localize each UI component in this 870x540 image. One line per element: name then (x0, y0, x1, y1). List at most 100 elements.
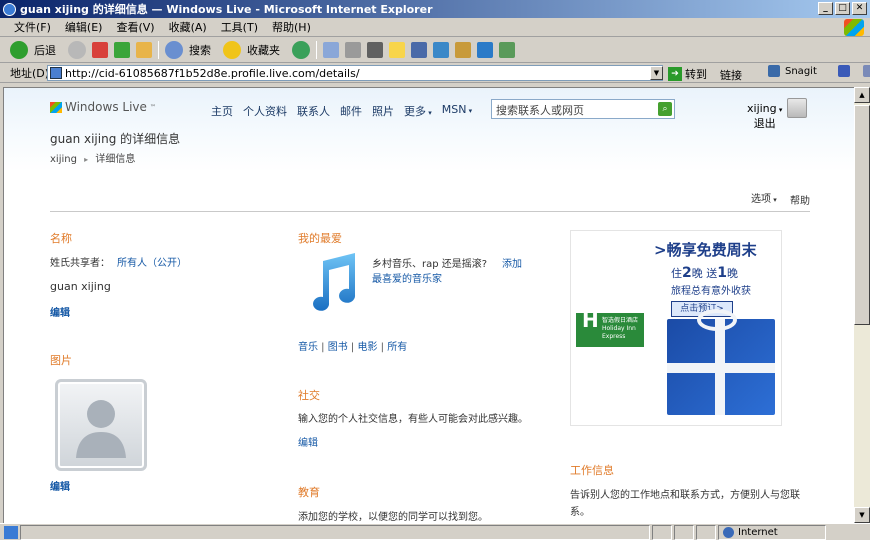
research-icon[interactable] (433, 41, 449, 58)
breadcrumb: xijing ▸ 详细信息 (50, 150, 135, 165)
nav-msn[interactable]: MSN ▾ (442, 103, 472, 119)
user-name[interactable]: xijing (747, 102, 777, 115)
social-edit-link[interactable]: 编辑 (298, 434, 318, 449)
messenger-icon[interactable] (411, 41, 427, 58)
go-arrow-icon[interactable]: ➔ (668, 67, 682, 81)
snagit-icon[interactable] (768, 65, 780, 77)
address-dropdown-button[interactable]: ▼ (650, 66, 663, 80)
refresh-icon[interactable] (114, 41, 130, 58)
contacts-icon[interactable] (499, 41, 515, 58)
search-go-icon[interactable]: ⌕ (658, 102, 672, 116)
options-menu[interactable]: 选项 ▾ (751, 190, 777, 205)
edit-icon[interactable] (367, 41, 383, 58)
page-status-icon (4, 525, 18, 539)
education-heading: 教育 (298, 486, 320, 499)
profile-picture[interactable] (55, 379, 147, 471)
favorites-button[interactable]: 收藏夹 (247, 42, 280, 58)
links-button[interactable]: 链接 (720, 67, 742, 83)
window-title: guan xijing 的详细信息 — Windows Live - Micro… (20, 3, 433, 16)
capture-icon[interactable] (837, 65, 850, 77)
stop-icon[interactable] (92, 41, 108, 58)
favorites-add-link-2[interactable]: 最喜爱的音乐家 (372, 270, 442, 285)
scroll-up-button[interactable]: ▲ (854, 87, 870, 103)
windows-live-logo[interactable]: Windows Live ™ (50, 100, 156, 114)
home-icon[interactable] (136, 41, 152, 58)
windows-live-text: Windows Live (65, 100, 147, 114)
holiday-inn-logo: H 智选假日酒店 Holiday Inn Express (576, 310, 644, 347)
forward-icon[interactable] (68, 40, 86, 59)
page-content: Windows Live ™ 主页 个人资料 联系人 邮件 照片 更多 ▾ MSN… (3, 87, 854, 523)
back-icon[interactable] (10, 40, 28, 59)
toolbar-divider (316, 40, 317, 59)
toolbar: 后退 搜索 收藏夹 (0, 37, 870, 63)
search-button[interactable]: 搜索 (189, 42, 211, 58)
vertical-scrollbar[interactable]: ▲ ▼ (854, 87, 870, 523)
zone-cell: Internet (718, 524, 826, 540)
menu-view[interactable]: 查看(V) (116, 19, 154, 35)
tool-icon[interactable] (455, 41, 471, 58)
scroll-down-button[interactable]: ▼ (854, 507, 870, 523)
tab-music[interactable]: 音乐 (298, 342, 318, 353)
help-link[interactable]: 帮助 (790, 192, 810, 207)
favorites-tabs: 音乐 | 图书 | 电影 | 所有 (298, 342, 408, 353)
zone-label: Internet (738, 526, 778, 538)
search-input[interactable]: 搜索联系人或网页 ⌕ (491, 99, 675, 119)
note-icon[interactable] (389, 41, 405, 58)
favorites-star-icon[interactable] (223, 40, 241, 59)
share-value-link[interactable]: 所有人（公开） (117, 254, 187, 269)
advertisement[interactable]: >畅享免费周末 住2晚 送1晚 旅程总有意外收获 点击预订> H 智选假日酒店 Ho… (570, 230, 782, 426)
page-icon (50, 67, 62, 79)
menu-favorites[interactable]: 收藏(A) (169, 19, 207, 35)
photo-edit-link[interactable]: 编辑 (50, 478, 70, 493)
menu-file[interactable]: 文件(F) (14, 19, 51, 35)
menu-tools[interactable]: 工具(T) (221, 19, 258, 35)
maximize-button[interactable]: □ (835, 2, 850, 15)
search-placeholder: 搜索联系人或网页 (496, 104, 584, 117)
capture-window-icon[interactable] (862, 65, 870, 77)
tab-all[interactable]: 所有 (387, 342, 407, 353)
address-label: 地址(D) (10, 66, 50, 80)
snagit-button[interactable]: Snagit (785, 66, 817, 77)
nav-photos[interactable]: 照片 (372, 103, 394, 119)
work-description: 告诉别人您的工作地点和联系方式，方便别人与您联 (570, 490, 800, 501)
nav-more[interactable]: 更多 ▾ (404, 103, 432, 119)
page-title: guan xijing 的详细信息 (50, 132, 181, 146)
breadcrumb-current: 详细信息 (95, 154, 136, 165)
qq-icon[interactable] (477, 41, 493, 58)
user-menu[interactable]: xijing ▾ 退出 (747, 102, 782, 131)
mail-icon[interactable] (323, 41, 339, 58)
status-cell (696, 524, 716, 540)
signout-link[interactable]: 退出 (747, 115, 782, 131)
search-icon[interactable] (165, 40, 183, 59)
print-icon[interactable] (345, 41, 361, 58)
nav-contacts[interactable]: 联系人 (297, 103, 330, 119)
breadcrumb-separator: ▸ (84, 155, 89, 164)
favorites-prompt: 乡村音乐、rap 还是摇滚? (372, 259, 488, 270)
address-bar: 地址(D) http://cid-61085687f1b52d8e.profil… (0, 63, 870, 83)
go-button[interactable]: 转到 (685, 66, 707, 82)
tab-books[interactable]: 图书 (328, 342, 348, 353)
scroll-thumb[interactable] (854, 105, 870, 325)
tab-movies[interactable]: 电影 (357, 342, 377, 353)
nav-mail[interactable]: 邮件 (340, 103, 362, 119)
menu-help[interactable]: 帮助(H) (272, 19, 311, 35)
full-name: guan xijing (50, 280, 111, 293)
nav-home[interactable]: 主页 (211, 103, 233, 119)
person-silhouette-icon (76, 400, 126, 458)
name-edit-link[interactable]: 编辑 (50, 304, 70, 319)
address-url[interactable]: http://cid-61085687f1b52d8e.profile.live… (65, 67, 360, 80)
address-input[interactable]: http://cid-61085687f1b52d8e.profile.live… (47, 65, 663, 81)
ad-offer: 住2晚 送1晚 (671, 265, 738, 281)
breadcrumb-user[interactable]: xijing (50, 154, 77, 165)
back-button[interactable]: 后退 (34, 42, 56, 58)
favorites-add-link[interactable]: 添加 (502, 255, 522, 270)
history-icon[interactable] (292, 40, 310, 59)
user-avatar[interactable] (787, 98, 807, 118)
minimize-button[interactable]: _ (818, 2, 833, 15)
status-text-cell (20, 524, 650, 540)
close-button[interactable]: ✕ (852, 2, 867, 15)
menu-edit[interactable]: 编辑(E) (65, 19, 103, 35)
ie-icon (3, 2, 16, 16)
nav-profile[interactable]: 个人资料 (243, 103, 287, 119)
education-description: 添加您的学校，以便您的同学可以找到您。 (298, 512, 488, 523)
